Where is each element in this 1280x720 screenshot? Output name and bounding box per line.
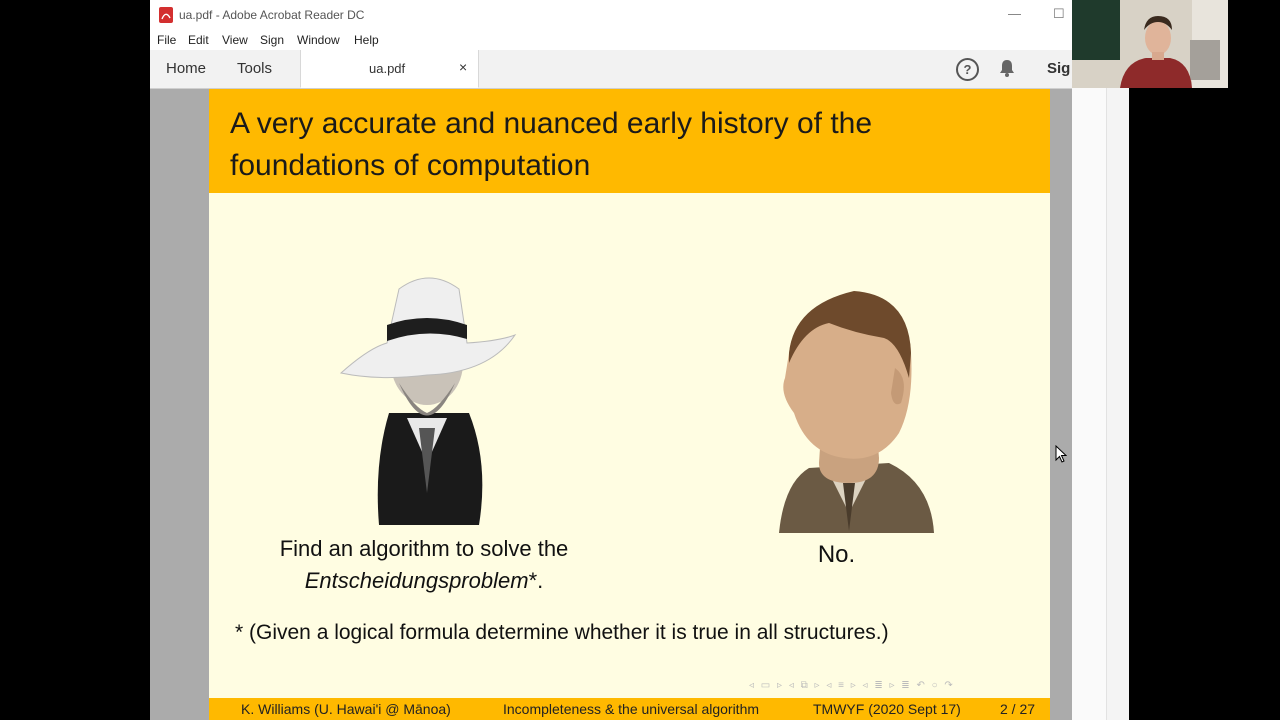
beamer-nav-symbols[interactable]: ◃ ▭ ▹ ◃ ⧉ ▹ ◃ ≡ ▹ ◃ ≣ ▹ ≣ ↶ ○ ↷	[749, 680, 955, 691]
menu-bar: File Edit View Sign Window Help	[150, 30, 1072, 50]
left-caption: Find an algorithm to solve the Entscheid…	[249, 533, 599, 597]
tab-document[interactable]: ua.pdf ×	[300, 50, 479, 88]
entscheidungsproblem-text: Entscheidungsproblem	[304, 568, 529, 593]
slide-title-line2: foundations of computation	[230, 149, 591, 182]
slide-title: A very accurate and nuanced early histor…	[230, 103, 990, 187]
acrobat-icon	[159, 7, 173, 23]
footer-author: K. Williams (U. Hawai'i @ Mānoa)	[241, 701, 451, 717]
footnote: * (Given a logical formula determine whe…	[235, 621, 889, 644]
document-viewer[interactable]: A very accurate and nuanced early histor…	[150, 89, 1072, 720]
close-tab-icon[interactable]: ×	[459, 59, 467, 75]
notification-bell-icon[interactable]	[999, 59, 1015, 77]
webcam-image	[1072, 0, 1228, 88]
footer-page-number: 2 / 27	[1000, 701, 1036, 717]
menu-view[interactable]: View	[222, 33, 248, 47]
slide-page: A very accurate and nuanced early histor…	[209, 89, 1050, 720]
footer-talk-title: Incompleteness & the universal algorithm	[503, 701, 760, 717]
left-caption-line1: Find an algorithm to solve the	[279, 536, 569, 561]
slide-footer: K. Williams (U. Hawai'i @ Mānoa) Incompl…	[209, 698, 1050, 720]
right-caption: No.	[817, 541, 856, 568]
tab-bar: Home Tools ua.pdf × ? Sig	[150, 50, 1072, 89]
left-caption-line2: Entscheidungsproblem*.	[249, 565, 599, 597]
window-title: ua.pdf - Adobe Acrobat Reader DC	[179, 8, 365, 22]
turing-portrait	[779, 291, 934, 533]
menu-sign[interactable]: Sign	[260, 33, 284, 47]
help-icon[interactable]: ?	[956, 58, 979, 81]
background-window-edge	[1106, 0, 1129, 720]
maximize-button[interactable]: ☐	[1053, 6, 1065, 22]
slide-header: A very accurate and nuanced early histor…	[209, 89, 1050, 193]
hilbert-portrait	[339, 277, 517, 525]
tab-home[interactable]: Home	[166, 60, 206, 77]
slide-title-line1: A very accurate and nuanced early histor…	[230, 107, 873, 140]
left-caption-asterisk: *.	[528, 568, 544, 593]
menu-window[interactable]: Window	[297, 33, 340, 47]
menu-help[interactable]: Help	[354, 33, 379, 47]
mouse-cursor-icon	[1055, 445, 1067, 463]
tab-tools[interactable]: Tools	[237, 60, 272, 77]
footer-venue: TMWYF (2020 Sept 17)	[813, 701, 961, 717]
title-bar: ua.pdf - Adobe Acrobat Reader DC — ☐	[150, 0, 1072, 30]
acrobat-window: ua.pdf - Adobe Acrobat Reader DC — ☐ Fil…	[150, 0, 1129, 720]
menu-file[interactable]: File	[157, 33, 176, 47]
minimize-button[interactable]: —	[1008, 6, 1021, 21]
menu-edit[interactable]: Edit	[188, 33, 209, 47]
webcam-overlay	[1072, 0, 1228, 88]
tab-document-label: ua.pdf	[369, 61, 406, 76]
sign-in-link[interactable]: Sig	[1047, 60, 1070, 77]
